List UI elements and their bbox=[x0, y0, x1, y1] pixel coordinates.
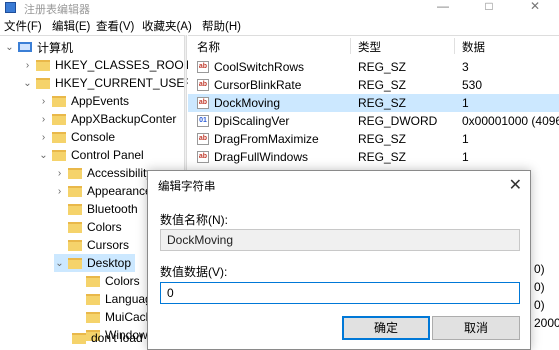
regedit-app-icon bbox=[5, 2, 16, 13]
collapse-arrow-icon[interactable]: ⌄ bbox=[54, 258, 65, 269]
minimize-button[interactable]: — bbox=[420, 0, 466, 15]
menu-favorites[interactable]: 收藏夹(A) bbox=[142, 18, 192, 34]
dialog-title-bar[interactable]: 编辑字符串 ✕ bbox=[148, 171, 530, 199]
value-row[interactable]: ab DragFullWindows REG_SZ 1 bbox=[188, 148, 559, 166]
edit-string-dialog: 编辑字符串 ✕ 数值名称(N): DockMoving 数值数据(V): 确定 … bbox=[147, 170, 531, 350]
folder-icon bbox=[68, 221, 82, 233]
tree-node-appevents[interactable]: › AppEvents bbox=[38, 92, 129, 110]
string-value-icon: ab bbox=[197, 61, 209, 73]
expand-arrow-icon[interactable]: › bbox=[22, 60, 33, 71]
column-header-type[interactable]: 类型 bbox=[358, 39, 381, 55]
computer-icon bbox=[18, 42, 32, 52]
title-bar: 注册表编辑器 — □ ✕ bbox=[0, 0, 559, 16]
tree-node-accessibility[interactable]: › Accessibility bbox=[54, 164, 153, 182]
dialog-close-button[interactable]: ✕ bbox=[509, 175, 522, 195]
folder-open-icon bbox=[68, 257, 82, 269]
value-row[interactable]: ab CursorBlinkRate REG_SZ 530 bbox=[188, 76, 559, 94]
value-data-input[interactable] bbox=[160, 282, 520, 304]
expand-arrow-icon[interactable]: › bbox=[38, 114, 49, 125]
collapse-arrow-icon[interactable]: ⌄ bbox=[38, 150, 49, 161]
folder-icon bbox=[52, 149, 66, 161]
menu-file[interactable]: 文件(F) bbox=[4, 18, 42, 34]
tree-node-muicache[interactable]: MuiCach bbox=[72, 308, 152, 326]
string-value-icon: ab bbox=[197, 97, 209, 109]
tree-node-control-panel[interactable]: ⌄ Control Panel bbox=[38, 146, 143, 164]
tree-node-colors[interactable]: Colors bbox=[54, 218, 122, 236]
tree-node-desktop-colors[interactable]: Colors bbox=[72, 272, 140, 290]
column-divider[interactable] bbox=[350, 38, 351, 54]
folder-icon bbox=[68, 185, 82, 197]
close-window-button[interactable]: ✕ bbox=[512, 0, 558, 15]
folder-icon bbox=[52, 131, 66, 143]
folder-icon bbox=[86, 311, 100, 323]
value-row[interactable]: ab DragFromMaximize REG_SZ 1 bbox=[188, 130, 559, 148]
window-title: 注册表编辑器 bbox=[24, 4, 90, 16]
collapse-arrow-icon[interactable]: ⌄ bbox=[4, 42, 15, 53]
partial-data-cell: 0) bbox=[534, 298, 545, 312]
folder-icon bbox=[68, 167, 82, 179]
column-header-data[interactable]: 数据 bbox=[462, 39, 485, 55]
menu-edit[interactable]: 编辑(E) bbox=[52, 18, 90, 34]
cancel-button[interactable]: 取消 bbox=[432, 316, 520, 340]
menu-help[interactable]: 帮助(H) bbox=[202, 18, 241, 34]
tree-node-appearance[interactable]: › Appearance bbox=[54, 182, 152, 200]
dialog-title: 编辑字符串 bbox=[158, 181, 216, 193]
folder-icon bbox=[36, 59, 50, 71]
menu-bar: 文件(F) 编辑(E) 查看(V) 收藏夹(A) 帮助(H) bbox=[0, 16, 559, 34]
partial-data-cell: 0) bbox=[534, 262, 545, 276]
tree-node-dont-load-visible[interactable]: don't load bbox=[58, 329, 143, 347]
expand-arrow-icon[interactable]: › bbox=[38, 96, 49, 107]
tree-node-desktop[interactable]: ⌄ Desktop bbox=[54, 254, 136, 272]
value-data-label: 数值数据(V): bbox=[160, 265, 228, 279]
tree-node-bluetooth[interactable]: Bluetooth bbox=[54, 200, 138, 218]
column-divider[interactable] bbox=[454, 38, 455, 54]
ok-button[interactable]: 确定 bbox=[342, 316, 430, 340]
value-row[interactable]: 01 DpiScalingVer REG_DWORD 0x00001000 (4… bbox=[188, 112, 559, 130]
string-value-icon: ab bbox=[197, 79, 209, 91]
maximize-button[interactable]: □ bbox=[466, 0, 512, 15]
folder-icon bbox=[86, 275, 100, 287]
value-row[interactable]: ab CoolSwitchRows REG_SZ 3 bbox=[188, 58, 559, 76]
value-name-field: DockMoving bbox=[160, 229, 520, 251]
tree-node-console[interactable]: › Console bbox=[38, 128, 115, 146]
folder-icon bbox=[36, 77, 50, 89]
folder-icon bbox=[68, 203, 82, 215]
folder-icon bbox=[52, 113, 66, 125]
string-value-icon: ab bbox=[197, 133, 209, 145]
dword-value-icon: 01 bbox=[197, 115, 209, 127]
value-row-selected[interactable]: ab DockMoving REG_SZ 1 bbox=[188, 94, 559, 112]
value-name-label: 数值名称(N): bbox=[160, 213, 228, 227]
tree-node-language[interactable]: Languag bbox=[72, 290, 152, 308]
tree-node-cursors[interactable]: Cursors bbox=[54, 236, 129, 254]
folder-icon bbox=[72, 332, 86, 344]
partial-data-cell: 0) bbox=[534, 280, 545, 294]
collapse-arrow-icon[interactable]: ⌄ bbox=[22, 78, 33, 89]
partial-data-cell: 20000 bbox=[534, 316, 559, 330]
string-value-icon: ab bbox=[197, 151, 209, 163]
expand-arrow-icon[interactable]: › bbox=[54, 186, 65, 197]
tree-node-hkcr[interactable]: › HKEY_CLASSES_ROOT bbox=[22, 56, 191, 74]
expand-arrow-icon[interactable]: › bbox=[54, 168, 65, 179]
tree-node-hkcu[interactable]: ⌄ HKEY_CURRENT_USER bbox=[22, 74, 193, 92]
expand-arrow-icon[interactable]: › bbox=[38, 132, 49, 143]
tree-node-computer[interactable]: ⌄ 计算机 bbox=[4, 38, 73, 56]
menu-view[interactable]: 查看(V) bbox=[96, 18, 134, 34]
folder-icon bbox=[52, 95, 66, 107]
folder-icon bbox=[86, 293, 100, 305]
folder-icon bbox=[68, 239, 82, 251]
column-header-name[interactable]: 名称 bbox=[197, 39, 220, 55]
tree-node-appxbackup[interactable]: › AppXBackupConter bbox=[38, 110, 177, 128]
